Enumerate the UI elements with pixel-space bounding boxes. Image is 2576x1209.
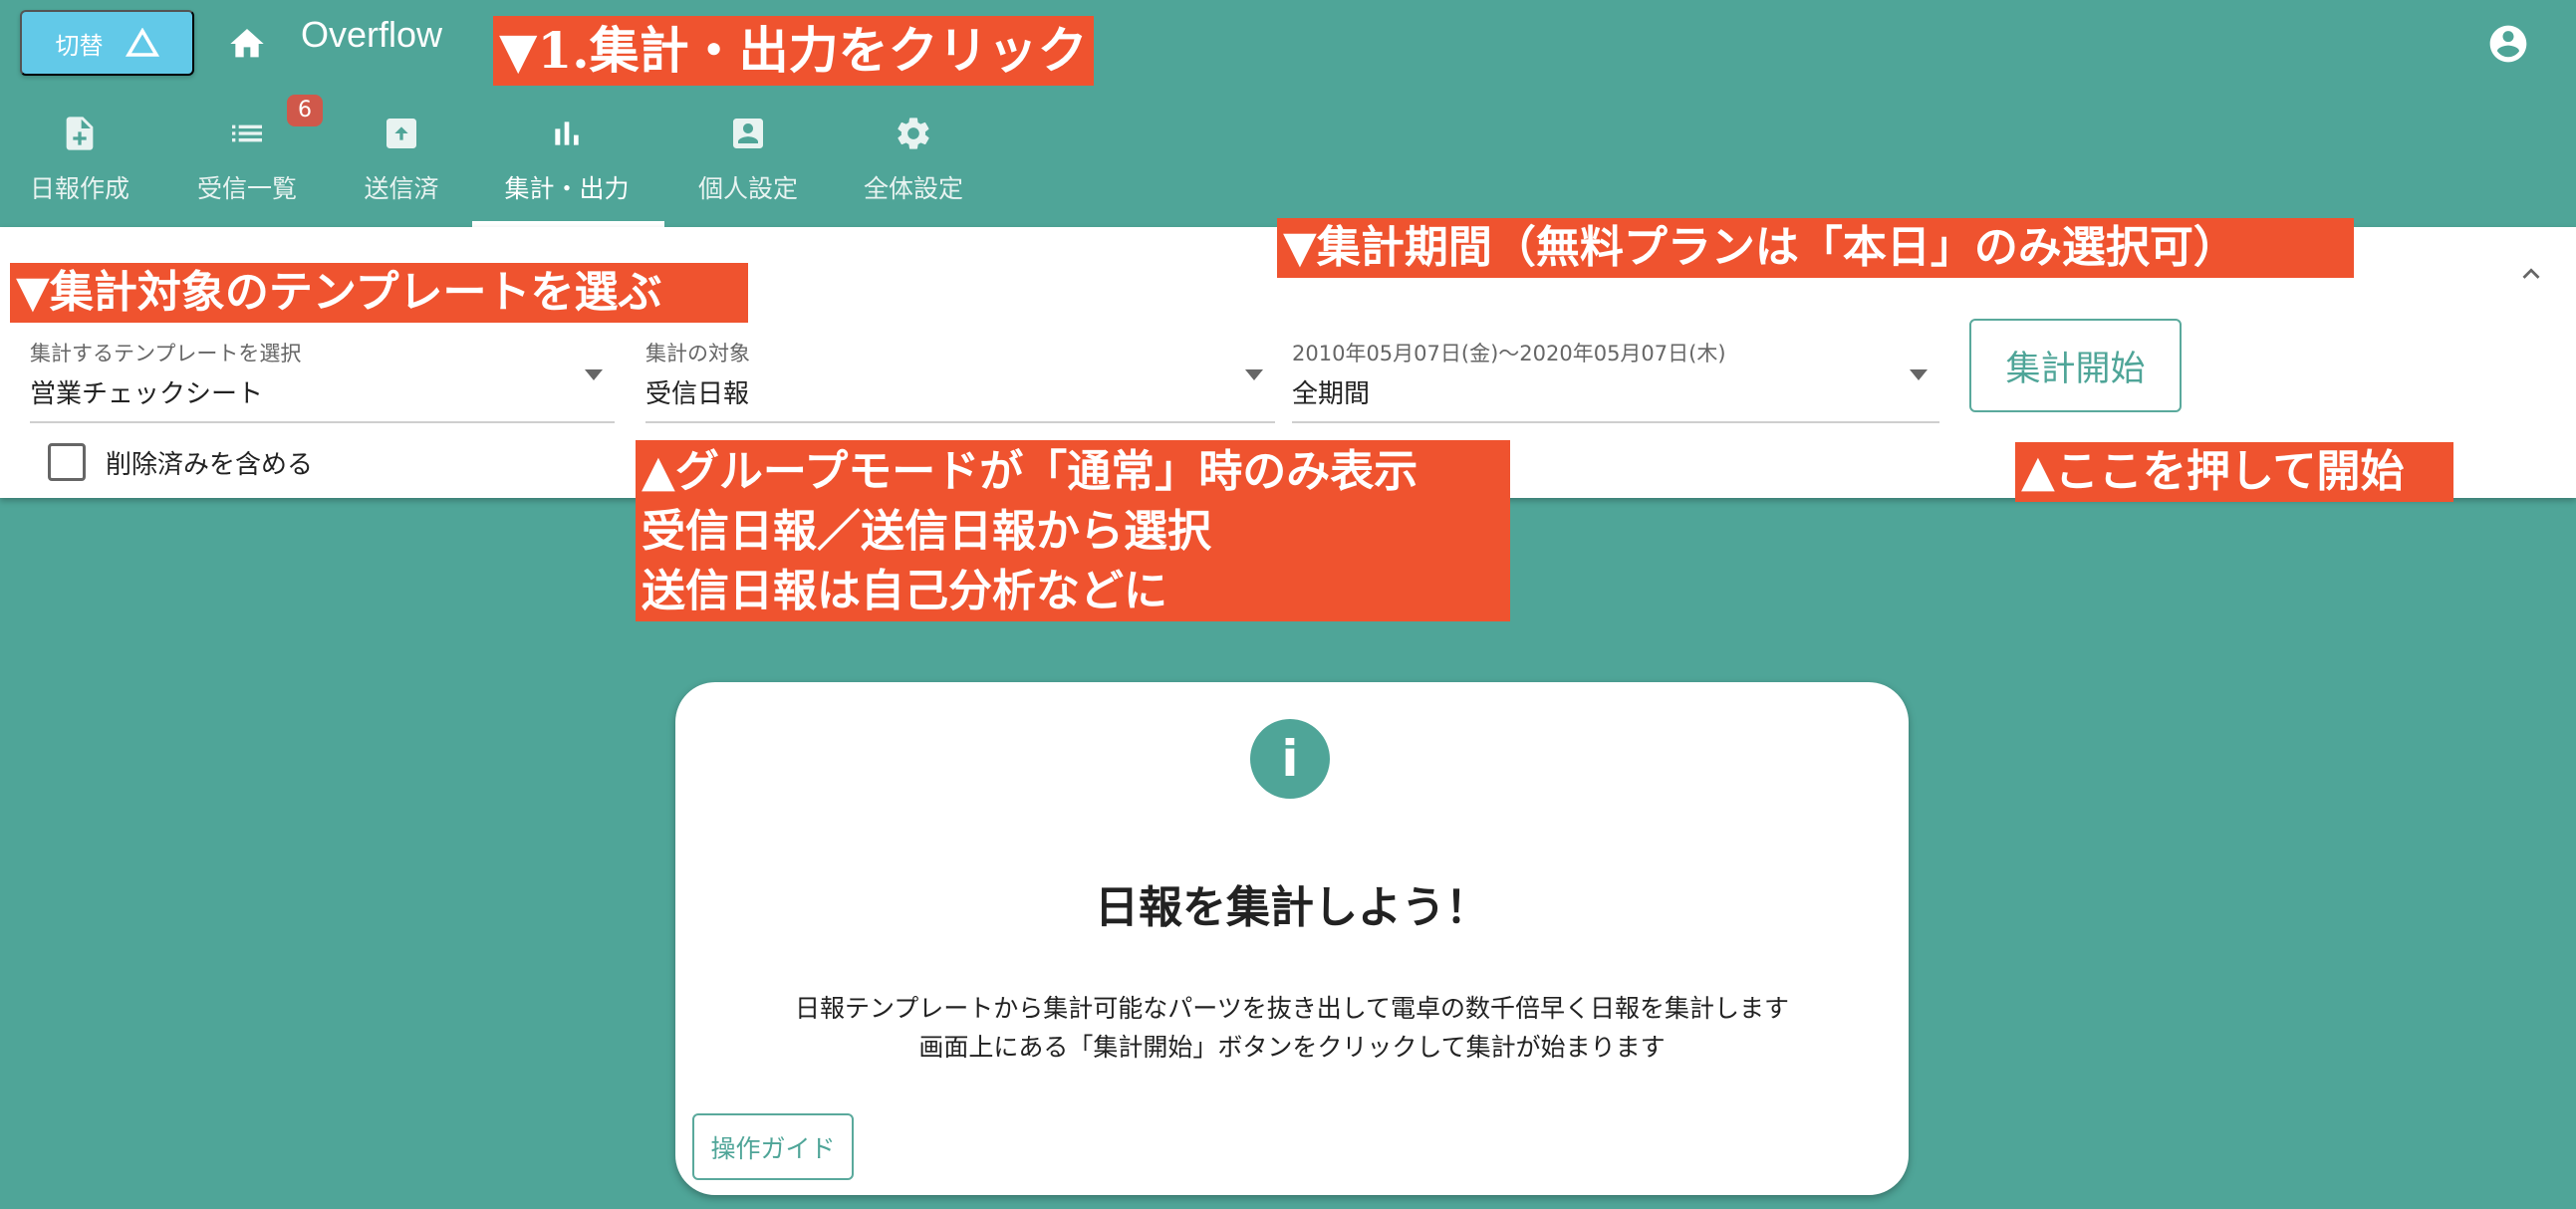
- annotation-choose-template: ▼集計対象のテンプレートを選ぶ: [10, 263, 748, 323]
- note-add-icon: [66, 117, 94, 150]
- dropdown-arrow-icon: [1910, 369, 1928, 380]
- target-select-label: 集計の対象: [645, 342, 750, 365]
- app-title: Overflow: [301, 14, 443, 55]
- account-icon[interactable]: [2486, 22, 2530, 66]
- tab-label: 全体設定: [863, 174, 963, 203]
- period-select[interactable]: 2010年05月07日(金)〜2020年05月07日(木) 全期間: [1292, 334, 1939, 423]
- period-select-label: 2010年05月07日(金)〜2020年05月07日(木): [1292, 342, 1726, 365]
- tab-create-report[interactable]: 日報作成: [0, 112, 159, 205]
- template-select-label: 集計するテンプレートを選択: [30, 342, 302, 365]
- start-aggregation-button[interactable]: 集計開始: [1969, 319, 2182, 412]
- template-select-value: 営業チェックシート: [30, 379, 264, 409]
- tab-label: 受信一覧: [196, 174, 297, 203]
- card-description: 画面上にある「集計開始」ボタンをクリックして集計が始まります: [918, 1033, 1666, 1062]
- switch-label: 切替: [55, 32, 104, 60]
- unread-badge: 6: [287, 95, 323, 126]
- tab-label: 個人設定: [697, 174, 798, 203]
- dropdown-arrow-icon: [585, 369, 603, 380]
- include-deleted-label: 削除済みを含める: [106, 450, 314, 480]
- tab-personal-settings[interactable]: 個人設定: [668, 112, 828, 205]
- tab-label: 日報作成: [29, 174, 129, 203]
- period-select-value: 全期間: [1292, 379, 1371, 409]
- operation-guide-button[interactable]: 操作ガイド: [692, 1113, 854, 1180]
- dropdown-arrow-icon: [1245, 369, 1263, 380]
- card-title: 日報を集計しよう！: [1095, 882, 1489, 933]
- gear-icon: [898, 118, 929, 149]
- card-description: 日報テンプレートから集計可能なパーツを抜き出して電卓の数千倍早く日報を集計します: [794, 994, 1789, 1023]
- target-select[interactable]: 集計の対象 受信日報: [645, 334, 1275, 423]
- template-select[interactable]: 集計するテンプレートを選択営業チェックシート: [30, 334, 615, 423]
- annotation-start: ▲ここを押して開始: [2015, 442, 2453, 502]
- annotation-line: 受信日報／送信日報から選択: [642, 506, 1211, 557]
- annotation-line: ▲グループモードが「通常」時のみ表示: [642, 446, 1418, 497]
- home-icon[interactable]: [227, 24, 267, 64]
- triangle-icon: [125, 28, 159, 57]
- annotation-line: 送信日報は自己分析などに: [642, 566, 1167, 616]
- account-box-icon: [733, 119, 763, 148]
- switch-button[interactable]: 切替: [20, 10, 194, 76]
- outbox-icon: [386, 119, 416, 148]
- list-icon: [232, 124, 262, 142]
- intro-card: i 日報を集計しよう！ 日報テンプレートから集計可能なパーツを抜き出して電卓の数…: [675, 682, 1909, 1195]
- tab-label: 集計・出力: [504, 174, 630, 203]
- target-select-value: 受信日報: [645, 379, 750, 409]
- bar-chart-icon: [555, 121, 579, 145]
- tab-label: 送信済: [364, 174, 439, 203]
- info-icon: i: [1250, 719, 1330, 799]
- tab-aggregate-output[interactable]: 集計・出力: [487, 112, 646, 205]
- chevron-up-icon[interactable]: [2514, 257, 2548, 291]
- annotation-period: ▼集計期間（無料プランは「本日」のみ選択可）: [1277, 218, 2354, 278]
- annotation-click-aggregate: ▼1.集計・出力をクリック: [493, 16, 1094, 86]
- tab-sent[interactable]: 送信済: [322, 112, 481, 205]
- annotation-target: ▲グループモードが「通常」時のみ表示 受信日報／送信日報から選択 送信日報は自己分析…: [636, 440, 1510, 621]
- include-deleted-checkbox[interactable]: [48, 443, 86, 481]
- tab-global-settings[interactable]: 全体設定: [834, 112, 993, 205]
